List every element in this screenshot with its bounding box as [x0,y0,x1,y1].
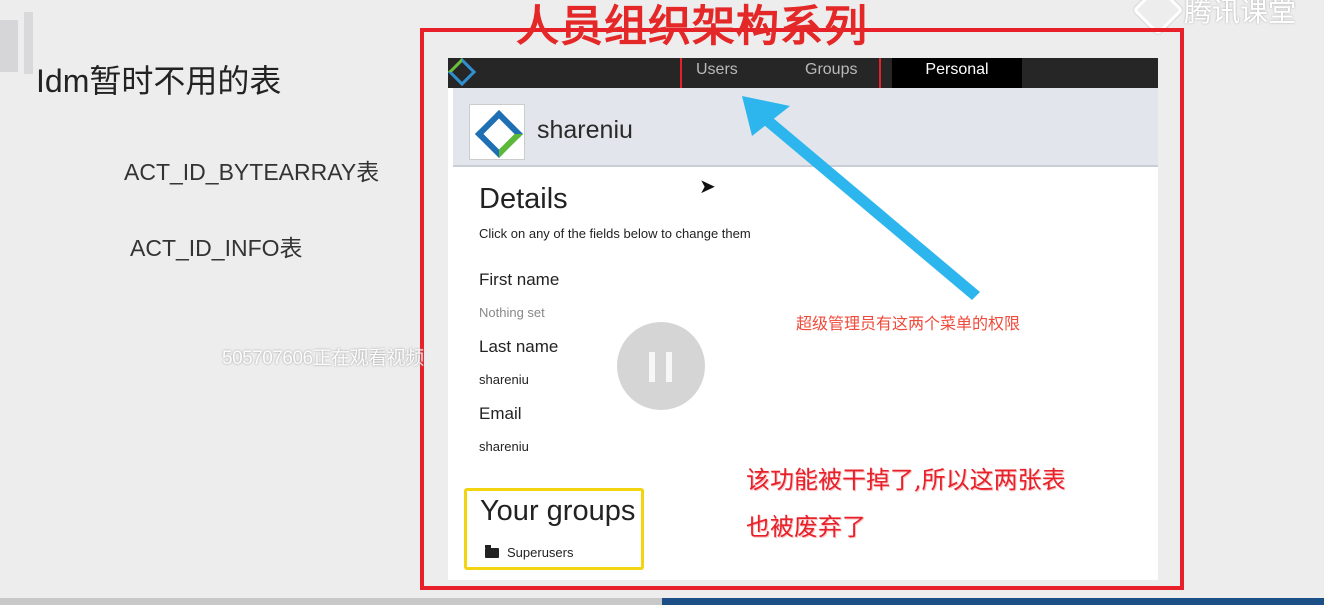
details-title: Details [479,183,568,215]
annotation-admin-permission: 超级管理员有这两个菜单的权限 [796,314,1021,333]
decor-bar [0,20,18,72]
table-name-bytearray: ACT_ID_BYTEARRAY表 [124,159,380,185]
pause-bar [649,352,655,382]
slide-title: Idm暂时不用的表 [36,63,282,99]
avatar [469,104,525,160]
pause-bar [666,352,672,382]
field-label-email: Email [479,404,522,423]
profile-header: shareniu ➤ [453,88,1158,198]
annotation-removed-line2: 也被废弃了 [746,513,866,541]
decor-bar [24,12,33,74]
brand-logo: 腾讯课堂 [1132,0,1296,36]
details-subtitle: Click on any of the fields below to chan… [479,226,751,241]
cursor-icon: ➤ [699,176,716,198]
profile-name: shareniu [537,116,633,144]
nav-personal-label: Personal [925,61,989,78]
table-name-info: ACT_ID_INFO表 [130,235,303,261]
details-section: Details [479,183,568,216]
brand-text: 腾讯课堂 [1183,0,1296,27]
viewer-watermark: 505707606正在观看视频 [222,348,424,369]
group-item-label: Superusers [507,545,574,560]
activiti-logo-icon[interactable] [448,58,477,87]
groups-title: Your groups [480,495,636,527]
folder-icon [485,544,499,558]
field-value-email[interactable]: shareniu [479,439,529,454]
nav-highlight-box [680,58,881,91]
overlay-title: 人员组织架构系列 [516,2,868,52]
field-label-first-name: First name [479,270,560,289]
field-value-last-name[interactable]: shareniu [479,372,529,387]
field-label-last-name: Last name [479,337,559,356]
annotation-removed-line1: 该功能被干掉了,所以这两张表 [746,466,1066,494]
play-pause-icon[interactable] [617,322,705,410]
your-groups-box: Your groups Superusers [464,488,644,570]
top-nav: Users Groups Personal [448,58,1158,95]
progress-bar[interactable] [662,598,1324,605]
nav-personal[interactable]: Personal [892,58,1022,95]
field-value-first-name[interactable]: Nothing set [479,305,545,320]
activiti-logo-icon [474,109,524,159]
group-item[interactable]: Superusers [485,544,574,560]
